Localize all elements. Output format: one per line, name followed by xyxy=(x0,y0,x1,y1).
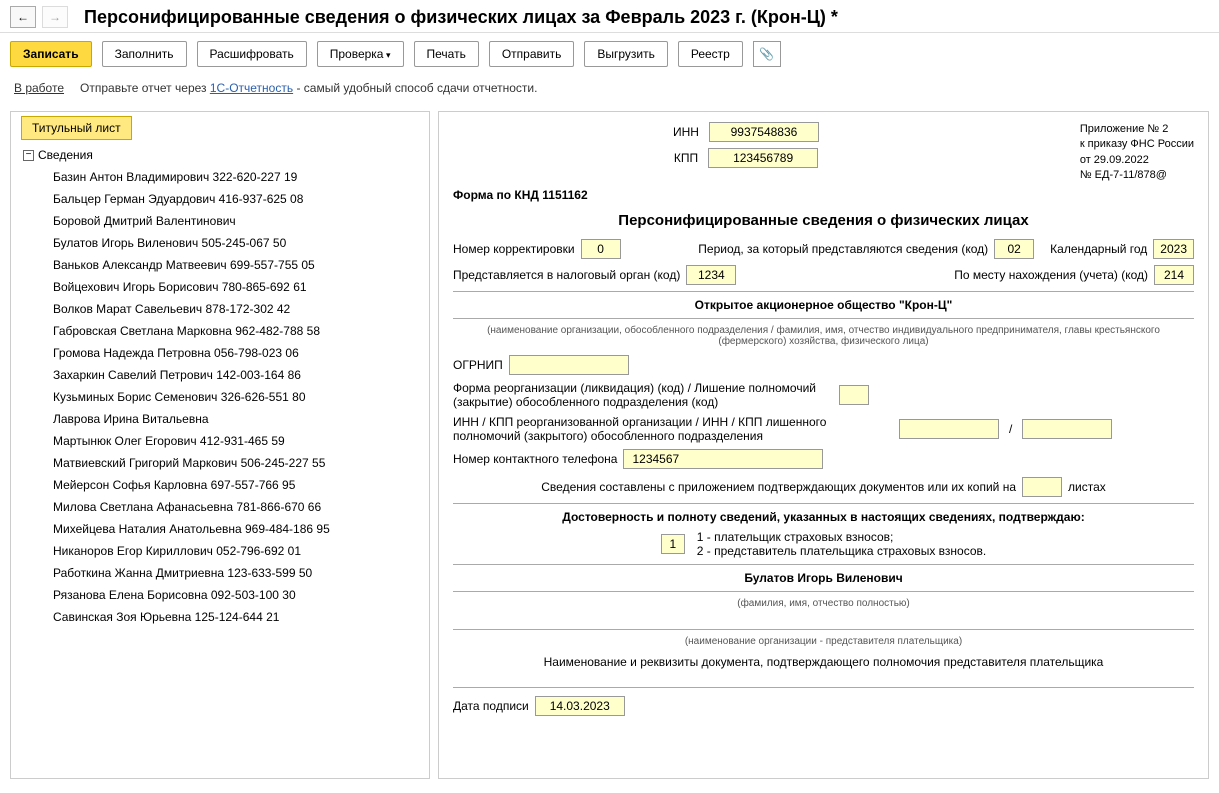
print-button[interactable]: Печать xyxy=(414,41,479,67)
tree-item[interactable]: Работкина Жанна Дмитриевна 123-633-599 5… xyxy=(17,562,429,584)
tree-item[interactable]: Габровская Светлана Марковна 962-482-788… xyxy=(17,320,429,342)
document-title: Персонифицированные сведения о физически… xyxy=(453,212,1194,229)
inn-label: ИНН xyxy=(673,125,699,139)
correction-label: Номер корректировки xyxy=(453,242,575,256)
status-label[interactable]: В работе xyxy=(14,81,64,95)
page-title: Персонифицированные сведения о физически… xyxy=(84,7,838,28)
reorg-label: Форма реорганизации (ликвидация) (код) /… xyxy=(453,381,833,409)
tree-parent-svedeniya[interactable]: − Сведения xyxy=(17,144,429,166)
signer-hint: (фамилия, имя, отчество полностью) xyxy=(453,598,1194,609)
reorg-field[interactable] xyxy=(839,385,869,405)
ogrnip-label: ОГРНИП xyxy=(453,358,503,372)
inn-field[interactable]: 9937548836 xyxy=(709,122,819,142)
tree-item[interactable]: Милова Светлана Афанасьевна 781-866-670 … xyxy=(17,496,429,518)
reorg-inn-label: ИНН / КПП реорганизованной организации /… xyxy=(453,415,893,443)
decode-button[interactable]: Расшифровать xyxy=(197,41,307,67)
document-content: ИНН 9937548836 КПП 123456789 Приложение … xyxy=(438,111,1209,779)
rep-doc-label: Наименование и реквизиты документа, подт… xyxy=(453,655,1194,669)
attach-button[interactable]: 📎 xyxy=(753,41,781,67)
tree-item[interactable]: Лаврова Ирина Витальевна xyxy=(17,408,429,430)
location-field[interactable]: 214 xyxy=(1154,265,1194,285)
tree-item[interactable]: Мартынюк Олег Егорович 412-931-465 59 xyxy=(17,430,429,452)
confirm-option2: 2 - представитель плательщика страховых … xyxy=(697,544,986,558)
tree-item[interactable]: Михейцева Наталия Анатольевна 969-484-18… xyxy=(17,518,429,540)
year-field[interactable]: 2023 xyxy=(1153,239,1194,259)
confirm-code-field[interactable]: 1 xyxy=(661,534,685,554)
sidebar: Титульный лист − Сведения Базин Антон Вл… xyxy=(10,111,430,779)
reorg-inn-field[interactable] xyxy=(899,419,999,439)
signer-name: Булатов Игорь Виленович xyxy=(453,571,1194,585)
check-button[interactable]: Проверка xyxy=(317,41,404,67)
tree-item[interactable]: Громова Надежда Петровна 056-798-023 06 xyxy=(17,342,429,364)
phone-field[interactable]: 1234567 xyxy=(623,449,823,469)
form-code: Форма по КНД 1151162 xyxy=(453,188,1194,202)
sheets-field[interactable] xyxy=(1022,477,1062,497)
year-label: Календарный год xyxy=(1050,242,1147,256)
sheets-label-pre: Сведения составлены с приложением подтве… xyxy=(541,480,1016,494)
save-button[interactable]: Записать xyxy=(10,41,92,67)
reorg-kpp-field[interactable] xyxy=(1022,419,1112,439)
confirm-option1: 1 - плательщик страховых взносов; xyxy=(697,530,986,544)
paperclip-icon: 📎 xyxy=(759,47,774,61)
confirm-title: Достоверность и полноту сведений, указан… xyxy=(453,510,1194,524)
status-hint: Отправьте отчет через 1С-Отчетность - са… xyxy=(80,81,537,95)
sheets-label-post: листах xyxy=(1068,480,1106,494)
sidebar-tab-title[interactable]: Титульный лист xyxy=(21,116,132,140)
tree-item[interactable]: Савинская Зоя Юрьевна 125-124-644 21 xyxy=(17,606,429,628)
org-name: Открытое акционерное общество "Крон-Ц" xyxy=(453,298,1194,312)
tree-item[interactable]: Булатов Игорь Виленович 505-245-067 50 xyxy=(17,232,429,254)
phone-label: Номер контактного телефона xyxy=(453,452,617,466)
period-label: Период, за который представляются сведен… xyxy=(698,242,988,256)
export-button[interactable]: Выгрузить xyxy=(584,41,668,67)
tree-item[interactable]: Волков Марат Савельевич 878-172-302 42 xyxy=(17,298,429,320)
tree-item[interactable]: Мейерсон Софья Карловна 697-557-766 95 xyxy=(17,474,429,496)
tree-item[interactable]: Боровой Дмитрий Валентинович xyxy=(17,210,429,232)
org-hint: (наименование организации, обособленного… xyxy=(453,325,1194,347)
kpp-field[interactable]: 123456789 xyxy=(708,148,818,168)
tree-item[interactable]: Матвиевский Григорий Маркович 506-245-22… xyxy=(17,452,429,474)
location-label: По месту нахождения (учета) (код) xyxy=(954,268,1148,282)
ogrnip-field[interactable] xyxy=(509,355,629,375)
correction-field[interactable]: 0 xyxy=(581,239,621,259)
tax-org-field[interactable]: 1234 xyxy=(686,265,736,285)
rep-org-hint: (наименование организации - представител… xyxy=(453,636,1194,647)
kpp-label: КПП xyxy=(674,151,698,165)
nav-forward-button[interactable]: → xyxy=(42,6,68,28)
tree-item[interactable]: Базин Антон Владимирович 322-620-227 19 xyxy=(17,166,429,188)
sign-date-label: Дата подписи xyxy=(453,699,529,713)
nav-back-button[interactable]: ← xyxy=(10,6,36,28)
tree-item[interactable]: Захаркин Савелий Петрович 142-003-164 86 xyxy=(17,364,429,386)
tree-item[interactable]: Рязанова Елена Борисовна 092-503-100 30 xyxy=(17,584,429,606)
registry-button[interactable]: Реестр xyxy=(678,41,743,67)
tree-item[interactable]: Войцехович Игорь Борисович 780-865-692 6… xyxy=(17,276,429,298)
reporting-link[interactable]: 1С-Отчетность xyxy=(210,81,293,95)
appendix-info: Приложение № 2 к приказу ФНС России от 2… xyxy=(1080,122,1194,184)
tree-item[interactable]: Бальцер Герман Эдуардович 416-937-625 08 xyxy=(17,188,429,210)
sign-date-field[interactable]: 14.03.2023 xyxy=(535,696,625,716)
collapse-icon[interactable]: − xyxy=(23,150,34,161)
send-button[interactable]: Отправить xyxy=(489,41,575,67)
tree-item[interactable]: Кузьминых Борис Семенович 326-626-551 80 xyxy=(17,386,429,408)
tree-item[interactable]: Никаноров Егор Кириллович 052-796-692 01 xyxy=(17,540,429,562)
tax-org-label: Представляется в налоговый орган (код) xyxy=(453,268,680,282)
tree-item[interactable]: Ваньков Александр Матвеевич 699-557-755 … xyxy=(17,254,429,276)
fill-button[interactable]: Заполнить xyxy=(102,41,187,67)
period-field[interactable]: 02 xyxy=(994,239,1034,259)
